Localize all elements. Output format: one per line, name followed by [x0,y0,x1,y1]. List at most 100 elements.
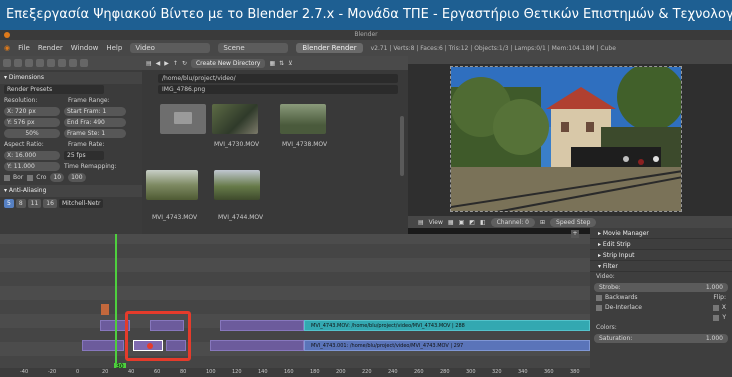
ruler-tick: 80 [180,369,187,375]
menu-help[interactable]: Help [106,44,122,52]
blender-logo-icon[interactable]: ◉ [4,44,10,52]
video-thumbnail-mvi-4743[interactable] [146,170,198,200]
render-engine-select[interactable]: Blender Render [296,43,363,53]
start-frame-field[interactable]: Start Fram: 1 [64,107,126,116]
fps-select[interactable]: 25 fps [64,151,104,160]
aa-samples-8[interactable]: 8 [15,199,26,208]
render-presets-select[interactable]: Render Presets [4,85,104,94]
filter-section[interactable]: ▾ Filter [590,261,732,272]
forward-icon[interactable]: ▶ [164,60,169,67]
remap-new-field[interactable]: 100 [68,173,86,182]
data-tab-icon[interactable] [80,59,88,67]
border-checkbox[interactable]: Bor [4,174,23,181]
resolution-x-field[interactable]: X: 720 px [4,107,60,116]
aa-samples-5[interactable]: 5 [4,199,14,208]
display-mode-icon[interactable]: ▣ [459,219,465,226]
sequencer-mode-icon[interactable]: ▦ [448,219,454,226]
ruler-tick: 160 [284,369,294,375]
filter-icon[interactable]: ⊻ [288,60,292,67]
aa-samples-11[interactable]: 11 [27,199,42,208]
file-browser-scrollbar[interactable] [400,116,404,176]
editor-type-icon[interactable]: ▤ [418,219,424,226]
parent-directory-icon[interactable]: ↑ [173,60,178,67]
flip-y-checkbox[interactable]: Y [713,313,726,323]
strip-input-section[interactable]: ▸ Strip Input [590,250,732,261]
lock-icon[interactable]: ⊞ [540,219,545,226]
modifiers-tab-icon[interactable] [69,59,77,67]
backdrop-icon[interactable]: ◧ [480,219,486,226]
layers-tab-icon[interactable] [14,59,22,67]
world-tab-icon[interactable] [36,59,44,67]
deinterlace-checkbox[interactable]: De-Interlace [596,303,642,313]
ruler-tick: 280 [440,369,450,375]
video-title-banner: Επεξεργασία Ψηφιακού Βίντεο με το Blende… [0,0,732,30]
overlay-icon[interactable]: ◩ [469,219,475,226]
strobe-field[interactable]: Strobe: 1.000 [594,283,728,292]
video-thumbnail-mvi-4738[interactable] [280,104,326,134]
menu-window[interactable]: Window [71,44,99,52]
end-frame-field[interactable]: End Fra: 490 [64,118,126,127]
video-thumbnail-mvi-4744[interactable] [214,170,260,200]
crop-checkbox[interactable]: Cro [27,174,46,181]
movie-strip-mvi-4743[interactable]: MVI_4743.MOV: /home/blu/project/video/MV… [304,320,590,331]
sound-strip[interactable] [220,320,304,331]
aspect-y-field[interactable]: Y: 11.000 [4,162,60,171]
resolution-y-field[interactable]: Y: 576 px [4,118,60,127]
ruler-tick: 120 [232,369,242,375]
sound-strip[interactable] [82,340,124,351]
menu-render[interactable]: Render [38,44,63,52]
movie-manager-section[interactable]: ▸ Movie Manager [590,228,732,239]
playhead[interactable] [115,234,117,370]
dimensions-section[interactable]: ▾ Dimensions [0,72,142,84]
resolution-label: Resolution: [4,97,38,104]
aspect-x-field[interactable]: X: 16.000 [4,151,60,160]
image-strip[interactable] [101,304,109,315]
edit-strip-section[interactable]: ▸ Edit Strip [590,239,732,250]
anti-aliasing-section[interactable]: ▾ Anti-Aliasing [0,185,142,197]
screen-layout-select[interactable]: Video [130,43,211,53]
ruler-tick: 240 [388,369,398,375]
frame-range-label: Frame Range: [68,97,110,104]
file-browser-header: ▤ ◀ ▶ ↑ ↻ Create New Directory ▦ ⇅ ⊻ [142,56,408,70]
backwards-checkbox[interactable]: Backwards [596,293,637,303]
channel-field[interactable]: Channel: 0 [490,217,535,227]
preview-scene-illustration [451,67,681,211]
refresh-icon[interactable]: ↻ [182,60,187,67]
saturation-field[interactable]: Saturation: 1.000 [594,334,728,343]
sequencer-preview[interactable] [408,64,732,216]
blender-window-icon [4,32,10,38]
folder-thumbnail[interactable] [160,104,206,134]
scene-select[interactable]: Scene [218,43,289,53]
filename-field[interactable]: IMG_4786.png [158,85,398,94]
object-tab-icon[interactable] [47,59,55,67]
display-mode-icon[interactable]: ▦ [269,60,275,67]
flip-x-checkbox[interactable]: X [712,303,726,313]
sequencer-timeline[interactable]: MVI_4743.MOV: /home/blu/project/video/MV… [0,234,590,370]
render-tab-icon[interactable] [3,59,11,67]
video-thumbnail-mvi-4730[interactable] [212,104,258,134]
create-new-directory-button[interactable]: Create New Directory [190,58,266,68]
aa-samples-16[interactable]: 16 [43,199,57,208]
resolution-percent-field[interactable]: 50% [4,129,60,138]
add-panel-icon[interactable]: + [571,230,579,238]
scene-tab-icon[interactable] [25,59,33,67]
aa-filter-select[interactable]: Mitchell-Netr [58,199,104,208]
movie-strip-mvi-4743-001[interactable]: MVI_4743.001: /home/blu/project/video/MV… [304,340,590,351]
ruler-tick: 320 [492,369,502,375]
colors-label: Colors: [596,324,617,331]
remap-old-field[interactable]: 10 [50,173,65,182]
ruler-tick: 220 [362,369,372,375]
speed-step-field[interactable]: Speed Step [550,217,597,227]
menu-file[interactable]: File [18,44,30,52]
file-browser-menu-icon[interactable]: ▤ [146,60,152,67]
sort-icon[interactable]: ⇅ [279,60,284,67]
sound-strip[interactable] [210,340,304,351]
frame-ruler[interactable]: -40 -20 0 20 40 60 80 100 120 140 160 18… [0,368,590,377]
view-menu[interactable]: View [429,219,443,226]
ruler-tick: 0 [76,369,80,375]
constraints-tab-icon[interactable] [58,59,66,67]
directory-path-field[interactable]: /home/blu/project/video/ [158,74,398,83]
frame-step-field[interactable]: Frame Ste: 1 [64,129,126,138]
back-icon[interactable]: ◀ [156,60,161,67]
properties-panel: ▾ Dimensions Render Presets Resolution: … [0,56,142,234]
